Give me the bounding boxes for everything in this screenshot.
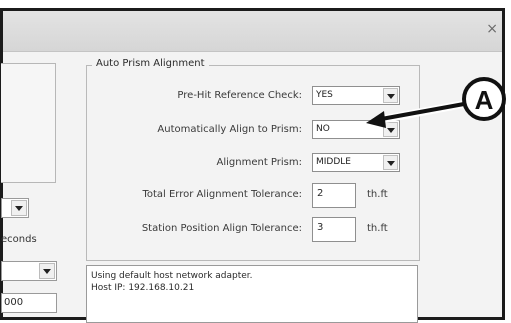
- callout-arrowhead: [366, 111, 386, 128]
- callout-letter: A: [475, 85, 494, 115]
- callout-arrow: [375, 102, 465, 122]
- callout-annotation: A: [366, 77, 506, 128]
